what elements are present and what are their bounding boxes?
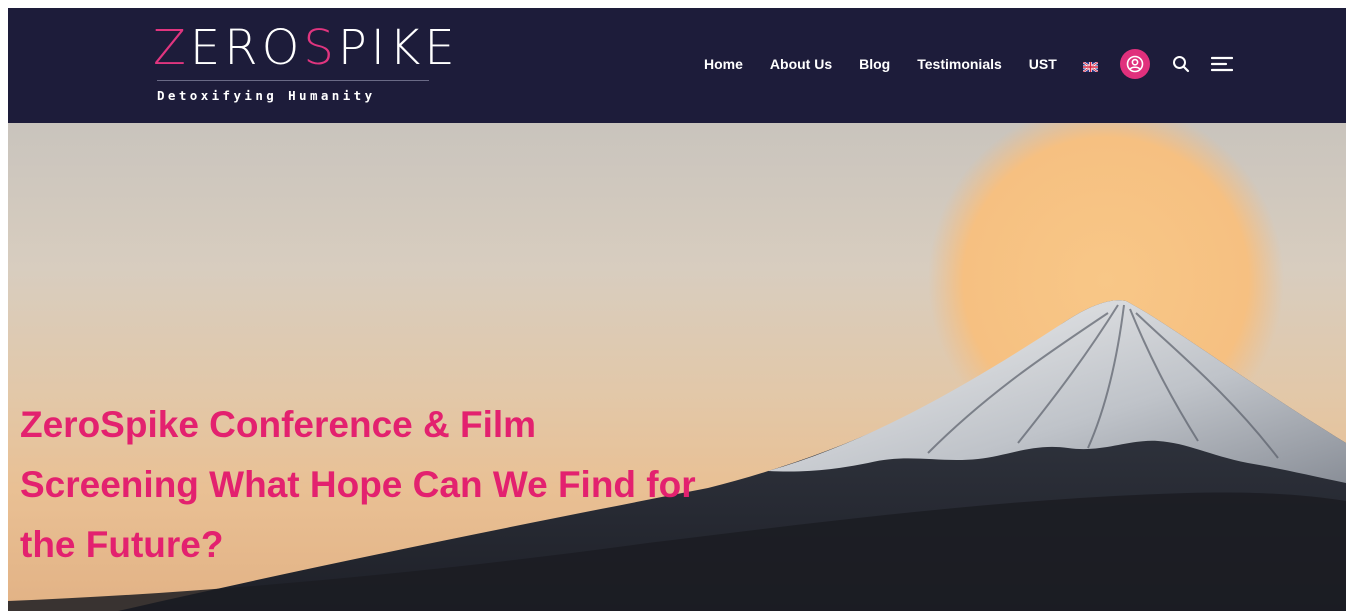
hamburger-menu-icon: [1210, 56, 1233, 72]
logo-letters-pike: PIKE: [337, 20, 459, 76]
logo-letter-s: S: [303, 20, 338, 76]
nav-blog[interactable]: Blog: [859, 56, 890, 72]
nav-testimonials[interactable]: Testimonials: [917, 56, 1002, 72]
logo-letter-z: Z: [153, 20, 190, 76]
menu-button[interactable]: [1210, 53, 1234, 75]
logo-divider: [157, 80, 429, 81]
logo-wordmark: ZEROSPIKE: [153, 18, 459, 78]
logo-tagline: Detoxifying Humanity: [157, 88, 376, 103]
account-button[interactable]: [1119, 49, 1150, 79]
page-frame: ZEROSPIKE Detoxifying Humanity Home Abou…: [8, 8, 1346, 611]
logo-letter-o: O: [261, 20, 304, 76]
logo-letters-er: ER: [189, 20, 262, 76]
nav-home[interactable]: Home: [704, 56, 743, 72]
search-icon: [1172, 56, 1189, 73]
search-button[interactable]: [1170, 53, 1192, 75]
site-header: ZEROSPIKE Detoxifying Humanity Home Abou…: [8, 8, 1346, 123]
hero-banner: ZeroSpike Conference & Film Screening Wh…: [8, 123, 1346, 611]
nav-about-us[interactable]: About Us: [770, 56, 832, 72]
hero-title: ZeroSpike Conference & Film Screening Wh…: [20, 404, 696, 565]
user-circle-icon: [1126, 55, 1144, 73]
site-logo[interactable]: ZEROSPIKE Detoxifying Humanity: [153, 18, 455, 106]
nav-ust[interactable]: UST: [1029, 56, 1057, 72]
main-nav: Home About Us Blog Testimonials UST: [704, 48, 1234, 80]
uk-flag-icon[interactable]: [1082, 59, 1099, 73]
